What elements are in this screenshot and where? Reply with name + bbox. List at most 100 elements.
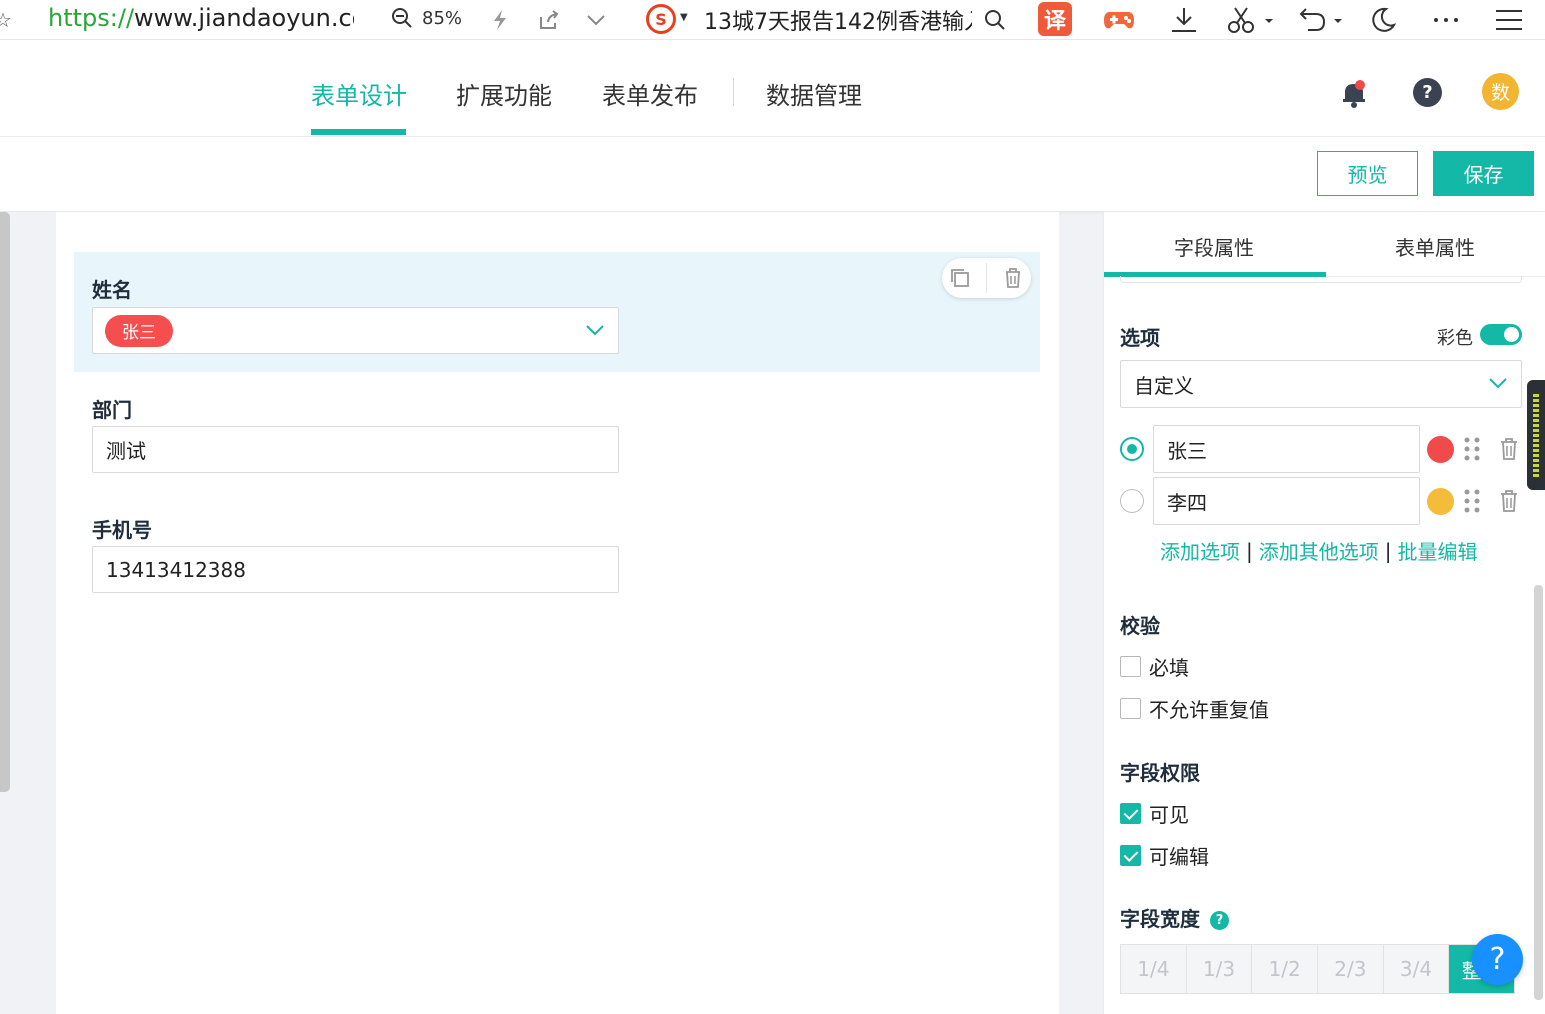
- selected-option-tag: 张三: [105, 314, 173, 347]
- options-source-select[interactable]: 自定义: [1120, 360, 1522, 408]
- checkbox-label: 必填: [1149, 656, 1189, 680]
- search-engine-caret-icon[interactable]: ▼: [680, 12, 688, 23]
- active-tab-indicator: [311, 129, 406, 135]
- link-separator: |: [1246, 538, 1253, 563]
- floating-help-button[interactable]: ?: [1472, 934, 1523, 985]
- width-option-two-thirds[interactable]: 2/3: [1318, 945, 1384, 993]
- add-option-link[interactable]: 添加选项: [1160, 536, 1240, 565]
- delete-option-icon[interactable]: [1498, 489, 1520, 513]
- zoom-icon: [392, 8, 412, 28]
- nav-divider: [733, 78, 734, 106]
- chevron-down-icon[interactable]: [582, 6, 610, 34]
- search-engine-icon[interactable]: S: [646, 4, 676, 34]
- url-scheme: https://: [48, 4, 135, 32]
- night-mode-moon-icon[interactable]: [1369, 6, 1397, 34]
- name-select[interactable]: 张三: [92, 307, 619, 354]
- department-input[interactable]: 测试: [92, 426, 619, 473]
- options-title: 选项: [1120, 326, 1160, 350]
- tab-form-properties[interactable]: 表单属性: [1395, 232, 1475, 261]
- add-other-option-link[interactable]: 添加其他选项: [1259, 536, 1379, 565]
- zoom-level: 85%: [422, 7, 463, 29]
- search-icon[interactable]: [981, 6, 1009, 34]
- delete-option-icon[interactable]: [1498, 437, 1520, 461]
- download-icon[interactable]: [1168, 6, 1200, 34]
- width-option-half[interactable]: 1/2: [1252, 945, 1319, 993]
- form-canvas: 姓名 张三 部门 测试 手机号 13413412388: [56, 212, 1059, 1014]
- form-field-phone[interactable]: 手机号 13413412388: [74, 492, 1040, 612]
- permission-title: 字段权限: [1120, 761, 1200, 785]
- zoom-control[interactable]: 85%: [390, 6, 462, 30]
- drag-handle-icon[interactable]: [1463, 436, 1481, 462]
- undo-icon[interactable]: [1295, 6, 1343, 34]
- checkbox-label: 不允许重复值: [1149, 698, 1269, 722]
- field-label: 手机号: [92, 518, 152, 542]
- option-default-radio[interactable]: [1120, 437, 1144, 461]
- field-width-title-text: 字段宽度: [1120, 907, 1200, 931]
- tab-data-management[interactable]: 数据管理: [766, 76, 862, 111]
- browser-search-box[interactable]: 13城7天报告142例香港输入: [704, 4, 972, 36]
- browser-toolbar: ☆ https://www.jiandaoyun.com 85% S ▼ 13城…: [0, 0, 1545, 40]
- gamepad-icon[interactable]: [1101, 6, 1137, 34]
- scissors-icon[interactable]: [1226, 6, 1274, 34]
- option-color-swatch[interactable]: [1427, 488, 1454, 515]
- color-toggle-label: 彩色: [1437, 328, 1473, 349]
- batch-edit-link[interactable]: 批量编辑: [1398, 536, 1478, 565]
- menu-hamburger-icon[interactable]: [1494, 6, 1524, 34]
- width-option-third[interactable]: 1/3: [1186, 945, 1253, 993]
- tab-extensions[interactable]: 扩展功能: [456, 76, 552, 111]
- no-duplicate-checkbox[interactable]: 不允许重复值: [1120, 694, 1269, 723]
- translate-icon[interactable]: 译: [1038, 2, 1072, 36]
- delete-icon[interactable]: [1002, 267, 1024, 289]
- options-source-value: 自定义: [1134, 373, 1194, 398]
- width-option-three-quarters[interactable]: 3/4: [1383, 945, 1450, 993]
- editable-checkbox[interactable]: 可编辑: [1120, 841, 1209, 870]
- avatar[interactable]: 数: [1482, 73, 1519, 110]
- option-actions: 添加选项 | 添加其他选项 | 批量编辑: [1160, 536, 1478, 565]
- app-header: 表单设计 扩展功能 表单发布 数据管理 ? 数: [0, 40, 1545, 137]
- checkbox[interactable]: [1120, 698, 1141, 719]
- side-widget[interactable]: [1527, 380, 1545, 490]
- checkbox[interactable]: [1120, 845, 1141, 866]
- option-input[interactable]: 张三: [1153, 425, 1420, 473]
- width-option-quarter[interactable]: 1/4: [1121, 945, 1187, 993]
- required-checkbox[interactable]: 必填: [1120, 652, 1189, 681]
- checkbox-label: 可编辑: [1149, 845, 1209, 869]
- tab-field-properties[interactable]: 字段属性: [1174, 232, 1254, 261]
- panel-scrollbar[interactable]: [1534, 585, 1543, 1000]
- bookmark-star-icon[interactable]: ☆: [0, 8, 12, 32]
- option-default-radio[interactable]: [1120, 489, 1144, 513]
- form-field-department[interactable]: 部门 测试: [74, 372, 1040, 492]
- canvas-scrollbar[interactable]: [0, 212, 10, 792]
- tab-form-publish[interactable]: 表单发布: [602, 76, 698, 111]
- option-color-swatch[interactable]: [1427, 436, 1454, 463]
- notification-bell-icon[interactable]: [1339, 78, 1369, 108]
- copy-icon[interactable]: [949, 267, 971, 289]
- option-input[interactable]: 李四: [1153, 477, 1420, 525]
- chevron-down-icon: [1489, 378, 1507, 389]
- link-separator: |: [1384, 538, 1392, 563]
- visible-checkbox[interactable]: 可见: [1120, 799, 1189, 828]
- drag-handle-icon[interactable]: [1463, 488, 1481, 514]
- help-icon[interactable]: ?: [1413, 78, 1442, 107]
- save-button[interactable]: 保存: [1433, 151, 1534, 196]
- properties-panel: 字段属性 表单属性 选项 彩色 自定义 张三 李四 添加选项 | 添加其他选项 …: [1103, 212, 1545, 1014]
- share-icon[interactable]: [535, 6, 563, 34]
- phone-input[interactable]: 13413412388: [92, 546, 619, 593]
- field-label: 部门: [92, 398, 132, 422]
- color-toggle[interactable]: [1480, 324, 1522, 345]
- field-toolbar: [942, 258, 1031, 298]
- toolbar-separator: [985, 263, 987, 293]
- field-width-selector: 1/4 1/3 1/2 2/3 3/4 整行: [1120, 944, 1515, 994]
- address-bar[interactable]: https://www.jiandaoyun.com: [48, 4, 354, 32]
- checkbox-label: 可见: [1149, 803, 1189, 827]
- checkbox[interactable]: [1120, 656, 1141, 677]
- preview-button[interactable]: 预览: [1317, 151, 1418, 196]
- width-help-icon[interactable]: ?: [1210, 911, 1229, 930]
- action-bar: 预览 保存: [0, 137, 1545, 211]
- tab-form-design[interactable]: 表单设计: [311, 76, 407, 111]
- chevron-down-icon: [586, 325, 604, 336]
- more-icon[interactable]: [1432, 6, 1460, 34]
- checkbox[interactable]: [1120, 803, 1141, 824]
- lightning-icon[interactable]: [486, 6, 514, 34]
- form-field-name[interactable]: 姓名 张三: [74, 252, 1040, 372]
